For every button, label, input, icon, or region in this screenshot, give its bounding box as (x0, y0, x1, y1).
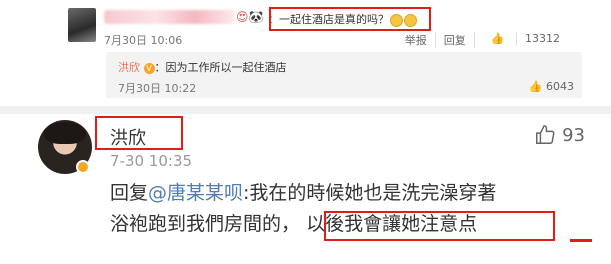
comment-text-a: :我在的時候她也是洗完澡穿著 (243, 182, 497, 204)
blurred-username (104, 10, 234, 24)
thumb-up-icon: 👍 (490, 32, 505, 45)
emoji-decoration: 😍🐼 (236, 10, 264, 24)
like-count: 13312 (516, 32, 568, 45)
main-comment-card: 洪欣 7-30 10:35 93 回复@唐某某呗:我在的時候她也是洗完澡穿著 浴… (0, 114, 611, 264)
highlight-box-question (269, 7, 431, 31)
top-comment-card: 😍🐼 ：一起住酒店是真的吗？ 7月30日 10:06 举报 回复 👍 13312… (46, 0, 582, 100)
comment-text-b: 浴袍跑到我們房間的， (110, 213, 301, 235)
nested-reply-line: 洪欣 V ：因为工作所以一起住酒店 (118, 59, 287, 75)
highlight-box-name (95, 116, 183, 150)
commenter-avatar[interactable] (68, 8, 96, 42)
reply-like-count: 6043 (546, 80, 574, 93)
comment-time: 7-30 10:35 (110, 152, 193, 170)
verified-icon: V (143, 62, 155, 74)
like-button[interactable]: 👍 13312 (473, 32, 576, 48)
reply-text: ：因为工作所以一起住酒店 (154, 61, 287, 74)
reply-author[interactable]: 洪欣 (118, 61, 140, 74)
reply-time: 7月30日 10:22 (118, 82, 197, 95)
reply-button[interactable]: 回复 (434, 32, 474, 48)
report-button[interactable]: 举报 (397, 32, 435, 48)
thumb-up-icon: 👍 (528, 80, 543, 93)
like-count: 93 (562, 124, 585, 146)
highlight-box-quote (324, 211, 555, 241)
nested-reply: 洪欣 V ：因为工作所以一起住酒店 7月30日 10:22 👍 6043 (106, 52, 582, 98)
reply-prefix: 回复 (110, 182, 149, 204)
verified-icon (76, 160, 90, 174)
mention-link[interactable]: @唐某某呗 (148, 182, 243, 204)
top-comment-time: 7月30日 10:06 (104, 34, 183, 47)
like-button[interactable]: 93 (534, 124, 585, 146)
reply-like-button[interactable]: 👍 6043 (529, 80, 574, 93)
section-divider (0, 106, 611, 114)
top-comment-actions: 举报 回复 👍 13312 (397, 32, 576, 48)
thumb-up-icon (536, 125, 555, 144)
highlight-dash (570, 239, 592, 242)
